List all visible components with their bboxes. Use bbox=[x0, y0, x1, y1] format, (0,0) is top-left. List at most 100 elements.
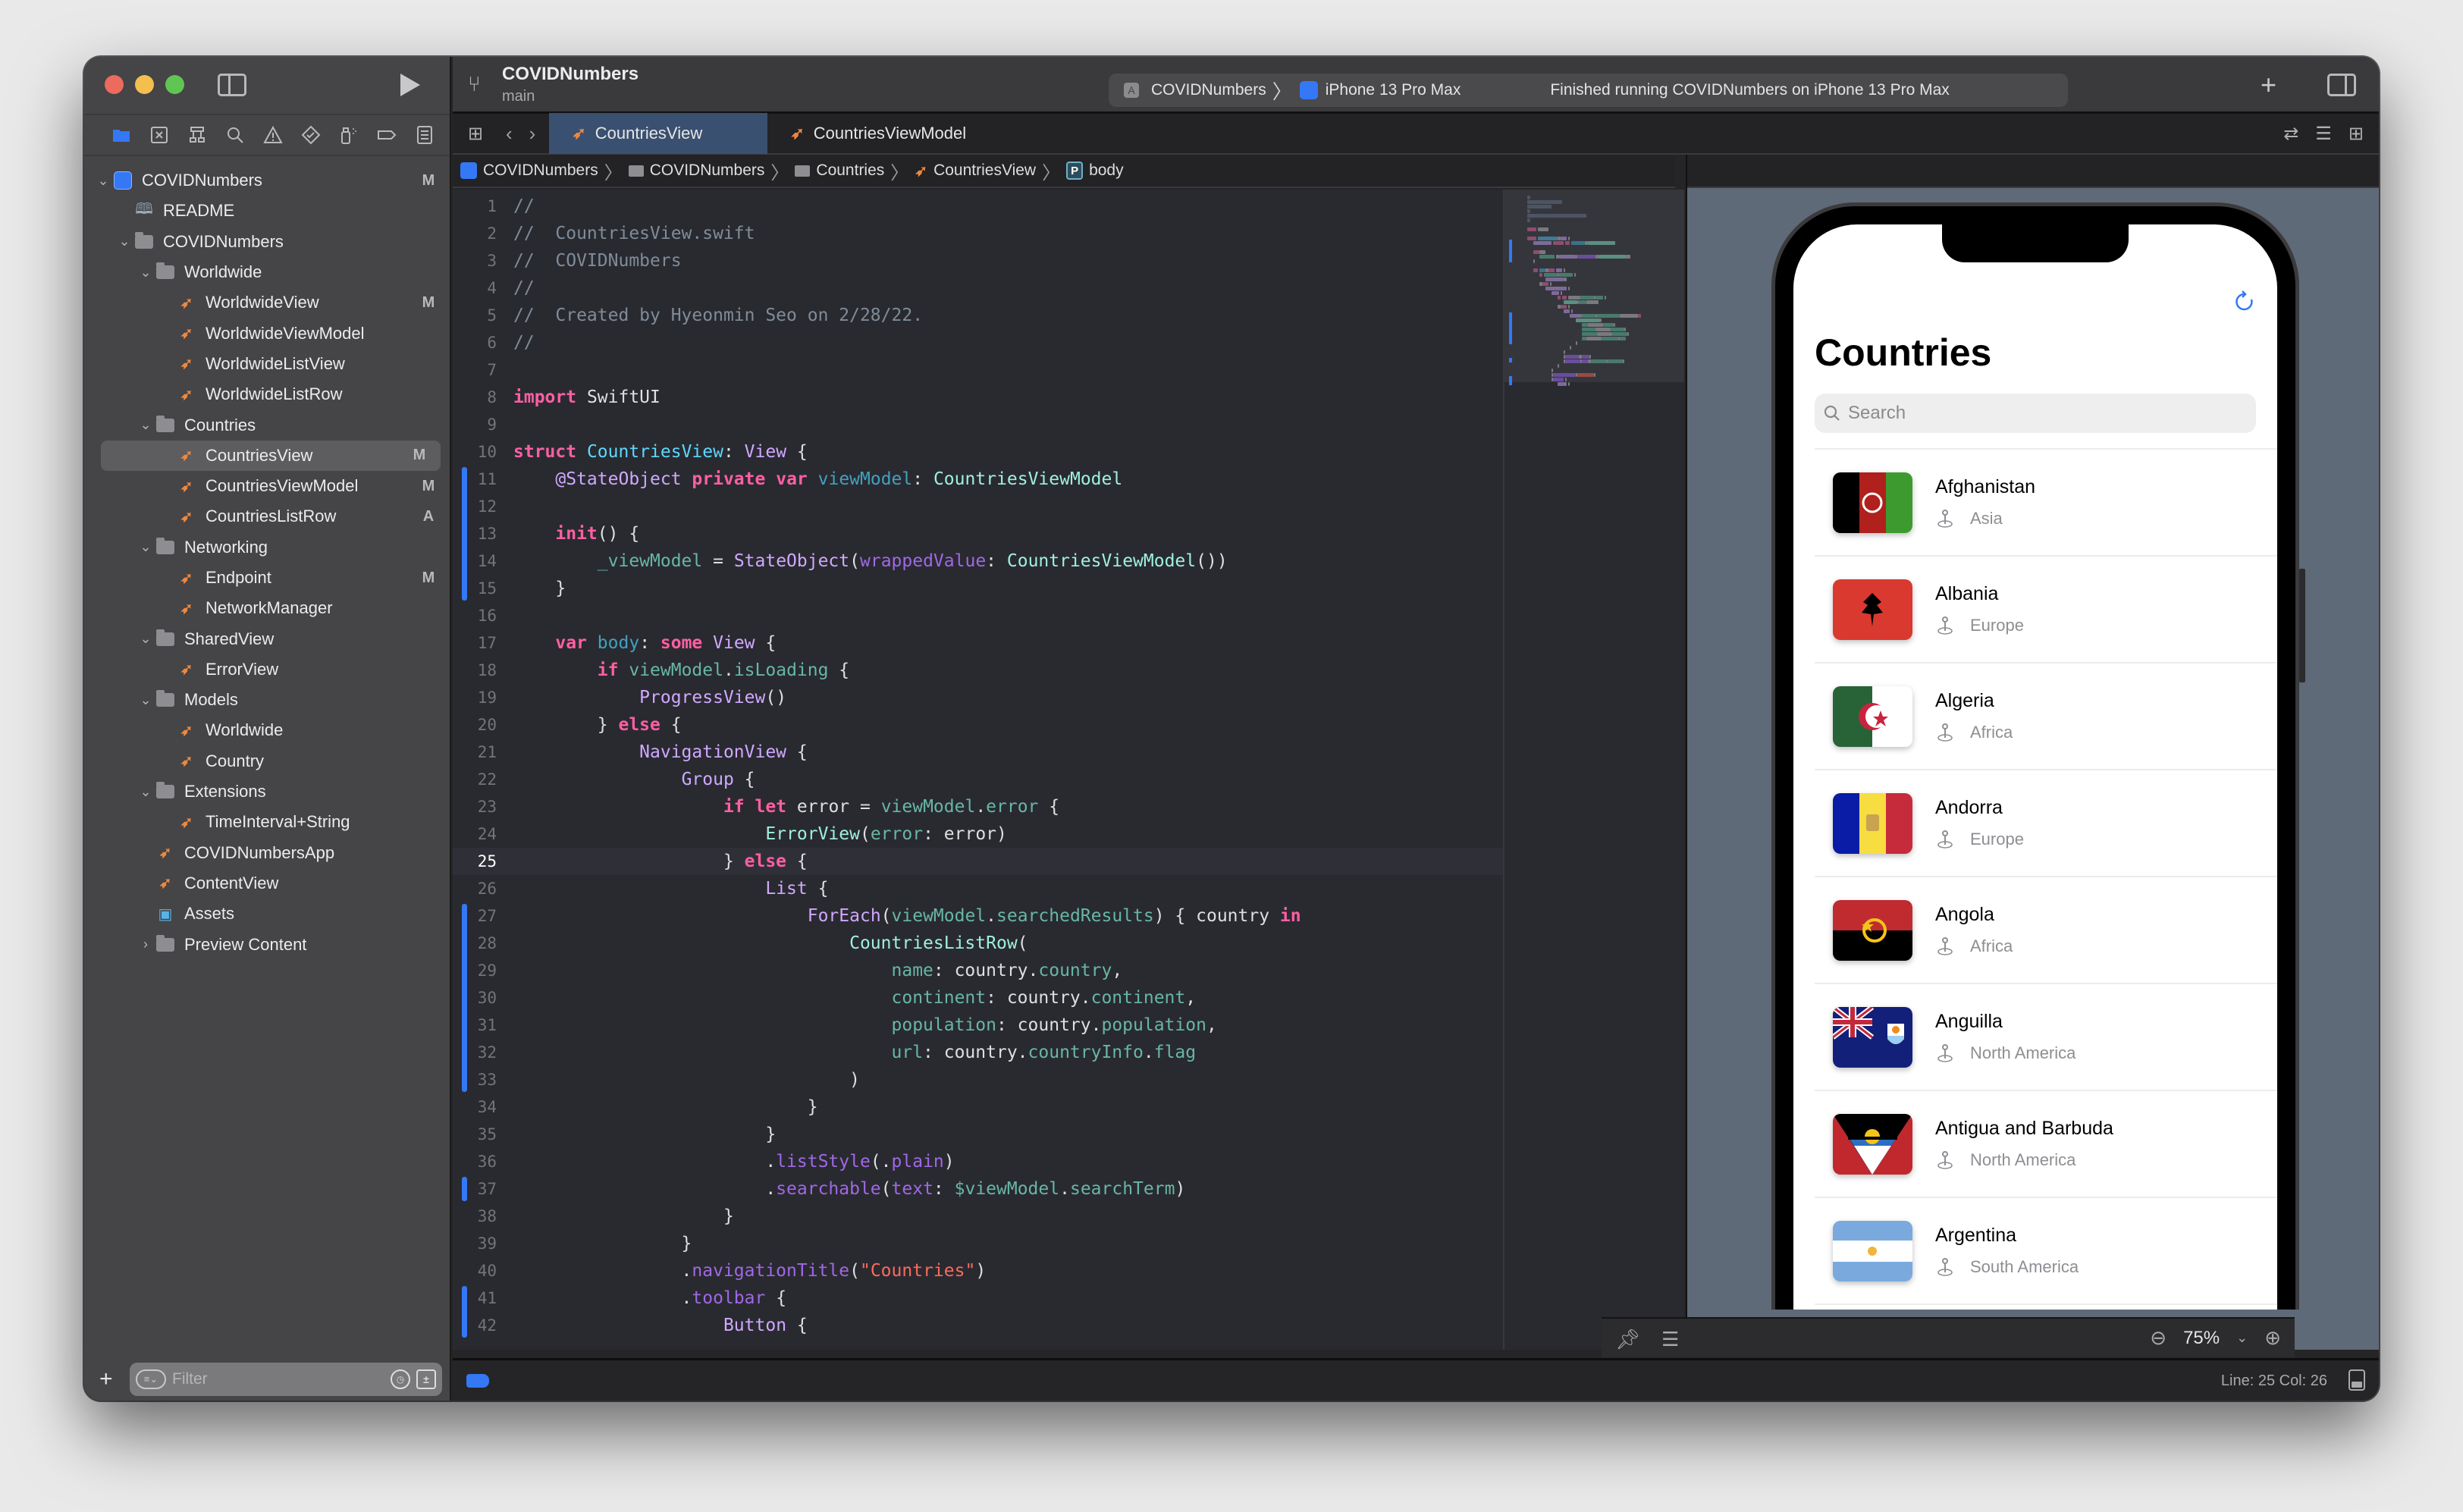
tree-item[interactable]: ▣ Assets bbox=[84, 899, 450, 929]
code-line[interactable]: 21 NavigationView { bbox=[453, 739, 1503, 766]
tree-item[interactable]: ⌄ COVIDNumbers M bbox=[84, 165, 450, 196]
disclosure-chevron-down-icon[interactable]: ⌄ bbox=[137, 265, 154, 281]
change-indicator-bar[interactable] bbox=[462, 1177, 467, 1201]
breakpoint-icon[interactable] bbox=[377, 125, 397, 145]
library-add-button[interactable]: + bbox=[2261, 69, 2276, 101]
tree-item[interactable]: ➶ Worldwide bbox=[84, 715, 450, 745]
code-line[interactable]: 12 bbox=[453, 493, 1503, 520]
search-icon[interactable] bbox=[225, 125, 245, 145]
code-line[interactable]: 41 .toolbar { bbox=[453, 1285, 1503, 1312]
tree-item[interactable]: ➶ Endpoint M bbox=[84, 563, 450, 593]
minimap[interactable] bbox=[1503, 190, 1684, 1350]
zoom-level[interactable]: 75% bbox=[2183, 1328, 2220, 1349]
tree-item[interactable]: ⌄ Models bbox=[84, 685, 450, 715]
zoom-in-icon[interactable]: ⊕ bbox=[2264, 1326, 2281, 1350]
forward-chevron-icon[interactable]: › bbox=[529, 122, 536, 146]
code-line[interactable]: 15 } bbox=[453, 575, 1503, 602]
tree-item[interactable]: ➶ COVIDNumbersApp bbox=[84, 838, 450, 868]
test-diamond-icon[interactable] bbox=[301, 125, 321, 145]
close-window-button[interactable] bbox=[105, 75, 124, 94]
breadcrumb-project[interactable]: COVIDNumbers bbox=[460, 162, 598, 180]
zoom-dropdown-chevron-icon[interactable]: ⌄ bbox=[2236, 1330, 2248, 1346]
country-row[interactable]: Andorra Europe bbox=[1815, 770, 2277, 877]
code-line[interactable]: 28 CountriesListRow( bbox=[453, 930, 1503, 957]
code-line[interactable]: 42 Button { bbox=[453, 1312, 1503, 1339]
tree-item[interactable]: ➶ CountriesView M bbox=[101, 440, 441, 471]
related-items-grid-icon[interactable]: ⊞ bbox=[468, 123, 491, 145]
disclosure-chevron-down-icon[interactable]: ⌄ bbox=[137, 539, 154, 555]
inspector-toggle-icon[interactable] bbox=[2327, 74, 2356, 96]
code-line[interactable]: 13 init() { bbox=[453, 520, 1503, 547]
tree-item[interactable]: ➶ CountriesListRow A bbox=[84, 501, 450, 532]
add-editor-icon[interactable]: ⊞ bbox=[2348, 123, 2364, 145]
minimize-window-button[interactable] bbox=[135, 75, 154, 94]
code-line[interactable]: 31 population: country.population, bbox=[453, 1012, 1503, 1039]
tree-item[interactable]: ⌄ Extensions bbox=[84, 776, 450, 807]
tree-item[interactable]: ⌄ Worldwide bbox=[84, 257, 450, 287]
code-line[interactable]: 6 // bbox=[453, 329, 1503, 356]
zoom-out-icon[interactable]: ⊖ bbox=[2150, 1326, 2166, 1350]
tree-item[interactable]: ➶ CountriesViewModel M bbox=[84, 471, 450, 501]
code-line[interactable]: 36 .listStyle(.plain) bbox=[453, 1148, 1503, 1175]
minimap-viewport[interactable] bbox=[1504, 190, 1684, 382]
filter-options-icon[interactable]: ≡⌄ bbox=[136, 1369, 166, 1389]
tree-item[interactable]: ➶ WorldwideListRow bbox=[84, 379, 450, 409]
code-line[interactable]: 19 ProgressView() bbox=[453, 684, 1503, 711]
refresh-icon[interactable] bbox=[2232, 289, 2257, 315]
disclosure-chevron-down-icon[interactable]: ⌄ bbox=[116, 234, 133, 249]
filter-input[interactable] bbox=[172, 1370, 384, 1388]
tree-item[interactable]: ➶ WorldwideListView bbox=[84, 349, 450, 379]
code-line[interactable]: 2 // CountriesView.swift bbox=[453, 220, 1503, 247]
scheme-selector[interactable]: COVIDNumbers bbox=[1151, 81, 1266, 99]
code-line[interactable]: 25 } else { bbox=[453, 848, 1503, 875]
breakpoints-toggle[interactable] bbox=[466, 1374, 489, 1388]
tree-item[interactable]: ⌄ COVIDNumbers bbox=[84, 227, 450, 257]
country-row[interactable]: Afghanistan Asia bbox=[1815, 450, 2277, 557]
code-line[interactable]: 29 name: country.country, bbox=[453, 957, 1503, 984]
breadcrumb-folder[interactable]: Countries bbox=[795, 162, 884, 180]
code-line[interactable]: 32 url: country.countryInfo.flag bbox=[453, 1039, 1503, 1066]
disclosure-chevron-down-icon[interactable]: ⌄ bbox=[95, 173, 111, 189]
debug-area-toggle-icon[interactable] bbox=[2348, 1369, 2365, 1391]
disclosure-chevron-down-icon[interactable]: ⌄ bbox=[137, 417, 154, 433]
swap-arrows-icon[interactable]: ⇄ bbox=[2283, 123, 2298, 145]
code-line[interactable]: 24 ErrorView(error: error) bbox=[453, 820, 1503, 848]
code-line[interactable]: 9 bbox=[453, 411, 1503, 438]
tree-item[interactable]: 🕮︎ README bbox=[84, 196, 450, 226]
tree-item[interactable]: ⌄ Countries bbox=[84, 409, 450, 440]
tab-countries-view[interactable]: ➶ CountriesView bbox=[549, 113, 768, 154]
folder-icon[interactable] bbox=[111, 125, 131, 145]
back-chevron-icon[interactable]: ‹ bbox=[506, 122, 513, 146]
country-row[interactable]: Antigua and Barbuda North America bbox=[1815, 1091, 2277, 1198]
branch-name[interactable]: main bbox=[502, 88, 535, 105]
code-line[interactable]: 16 bbox=[453, 602, 1503, 629]
editor-options-icon[interactable]: ☰ bbox=[2315, 123, 2332, 145]
code-line[interactable]: 40 .navigationTitle("Countries") bbox=[453, 1257, 1503, 1285]
tree-item[interactable]: › Preview Content bbox=[84, 929, 450, 959]
tree-item[interactable]: ➶ TimeInterval+String bbox=[84, 807, 450, 837]
change-indicator-bar[interactable] bbox=[462, 1286, 467, 1338]
tree-item[interactable]: ➶ ContentView bbox=[84, 868, 450, 899]
destination-selector[interactable]: iPhone 13 Pro Max bbox=[1326, 81, 1461, 99]
source-control-icon[interactable] bbox=[149, 125, 169, 145]
tab-countries-view-model[interactable]: ➶ CountriesViewModel bbox=[767, 113, 996, 154]
tree-item[interactable]: ➶ Country bbox=[84, 746, 450, 776]
code-line[interactable]: 37 .searchable(text: $viewModel.searchTe… bbox=[453, 1175, 1503, 1203]
sidebar-toggle-icon[interactable] bbox=[218, 74, 246, 96]
tree-item[interactable]: ➶ WorldwideView M bbox=[84, 287, 450, 318]
report-icon[interactable] bbox=[415, 125, 435, 145]
code-line[interactable]: 33 ) bbox=[453, 1066, 1503, 1093]
tree-item[interactable]: ⌄ Networking bbox=[84, 532, 450, 563]
country-row[interactable]: Albania Europe bbox=[1815, 557, 2277, 663]
code-line[interactable]: 11 @StateObject private var viewModel: C… bbox=[453, 466, 1503, 493]
country-row[interactable]: Anguilla North America bbox=[1815, 984, 2277, 1091]
country-row[interactable]: Argentina South America bbox=[1815, 1198, 2277, 1305]
breadcrumb-file[interactable]: ➶ CountriesView bbox=[915, 162, 1036, 180]
recent-files-clock-icon[interactable]: ◷ bbox=[391, 1369, 410, 1389]
warning-icon[interactable] bbox=[263, 125, 283, 145]
code-line[interactable]: 38 } bbox=[453, 1203, 1503, 1230]
code-line[interactable]: 14 _viewModel = StateObject(wrappedValue… bbox=[453, 547, 1503, 575]
code-line[interactable]: 22 Group { bbox=[453, 766, 1503, 793]
disclosure-chevron-down-icon[interactable]: ⌄ bbox=[137, 692, 154, 708]
source-editor[interactable]: 1 // 2 // CountriesView.swift 3 // COVIDNumbe… bbox=[453, 190, 1503, 1350]
